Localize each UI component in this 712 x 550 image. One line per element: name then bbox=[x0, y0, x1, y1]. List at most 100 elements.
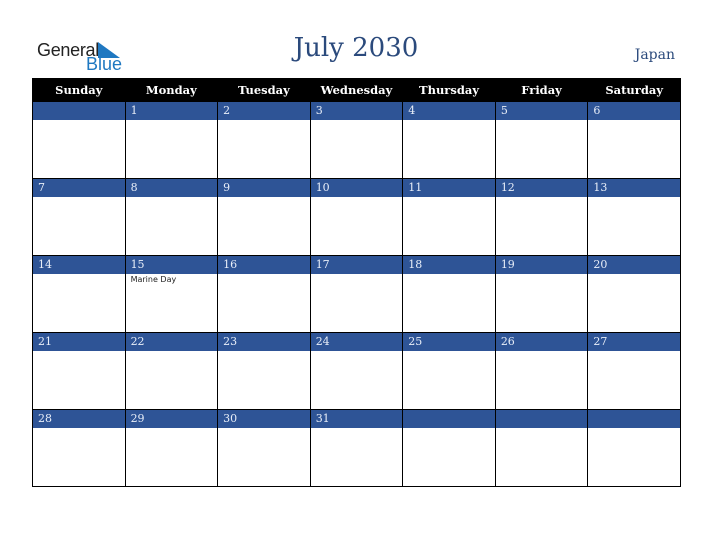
weekday-monday: Monday bbox=[124, 78, 219, 102]
holiday-label bbox=[403, 274, 495, 275]
holiday-label bbox=[496, 274, 588, 275]
day-cell[interactable] bbox=[217, 120, 311, 179]
day-cell[interactable] bbox=[587, 274, 681, 333]
day-cell[interactable] bbox=[587, 197, 681, 256]
day-cell[interactable] bbox=[402, 120, 496, 179]
holiday-label bbox=[496, 428, 588, 429]
day-number: 2 bbox=[217, 101, 311, 120]
day-cell[interactable] bbox=[402, 428, 496, 487]
holiday-label: Marine Day bbox=[130, 275, 177, 284]
holiday-label bbox=[311, 274, 403, 275]
day-number: 11 bbox=[402, 178, 496, 197]
day-cell[interactable] bbox=[402, 351, 496, 410]
day-number: 29 bbox=[124, 409, 219, 428]
day-number: 1 bbox=[124, 101, 219, 120]
holiday-label bbox=[496, 120, 588, 121]
calendar-grid: Sunday Monday Tuesday Wednesday Thursday… bbox=[32, 78, 681, 487]
day-number: 27 bbox=[587, 332, 681, 351]
day-number: 23 bbox=[217, 332, 311, 351]
day-cell[interactable] bbox=[32, 274, 126, 333]
day-cell[interactable] bbox=[494, 428, 589, 487]
week-body-row bbox=[32, 351, 681, 410]
day-number bbox=[494, 409, 589, 428]
day-number: 18 bbox=[402, 255, 496, 274]
day-number: 26 bbox=[494, 332, 589, 351]
holiday-label bbox=[218, 120, 310, 121]
day-cell[interactable] bbox=[309, 274, 404, 333]
day-cell[interactable] bbox=[124, 120, 219, 179]
day-cell[interactable] bbox=[217, 274, 311, 333]
holiday-label bbox=[126, 120, 218, 121]
day-number: 19 bbox=[494, 255, 589, 274]
day-number: 20 bbox=[587, 255, 681, 274]
week-date-band: 28 29 30 31 bbox=[32, 409, 681, 428]
day-cell[interactable] bbox=[587, 428, 681, 487]
day-cell[interactable] bbox=[32, 197, 126, 256]
page-title: July 2030 bbox=[293, 33, 419, 63]
day-cell[interactable] bbox=[124, 428, 219, 487]
holiday-label bbox=[311, 351, 403, 352]
day-cell[interactable] bbox=[32, 351, 126, 410]
holiday-label bbox=[588, 120, 680, 121]
day-number: 13 bbox=[587, 178, 681, 197]
holiday-label bbox=[218, 351, 310, 352]
holiday-label bbox=[126, 428, 218, 429]
holiday-label bbox=[403, 120, 495, 121]
day-number bbox=[32, 101, 126, 120]
day-cell[interactable] bbox=[309, 428, 404, 487]
holiday-label bbox=[126, 197, 218, 198]
day-number: 14 bbox=[32, 255, 126, 274]
holiday-label bbox=[33, 197, 125, 198]
day-number: 25 bbox=[402, 332, 496, 351]
weekday-friday: Friday bbox=[494, 78, 589, 102]
day-number: 5 bbox=[494, 101, 589, 120]
weekday-header-row: Sunday Monday Tuesday Wednesday Thursday… bbox=[32, 78, 681, 102]
day-number: 10 bbox=[309, 178, 404, 197]
holiday-label bbox=[33, 428, 125, 429]
day-cell[interactable] bbox=[217, 428, 311, 487]
day-cell[interactable] bbox=[402, 197, 496, 256]
weekday-saturday: Saturday bbox=[587, 78, 681, 102]
day-number: 6 bbox=[587, 101, 681, 120]
day-cell[interactable]: Marine Day bbox=[124, 274, 219, 333]
day-number: 8 bbox=[124, 178, 219, 197]
holiday-label bbox=[33, 351, 125, 352]
day-cell[interactable] bbox=[309, 351, 404, 410]
day-cell[interactable] bbox=[124, 351, 219, 410]
holiday-label bbox=[588, 197, 680, 198]
day-cell[interactable] bbox=[494, 120, 589, 179]
holiday-label bbox=[496, 351, 588, 352]
day-cell[interactable] bbox=[217, 197, 311, 256]
day-cell[interactable] bbox=[402, 274, 496, 333]
day-cell[interactable] bbox=[124, 197, 219, 256]
day-cell[interactable] bbox=[494, 274, 589, 333]
day-number: 21 bbox=[32, 332, 126, 351]
day-number: 4 bbox=[402, 101, 496, 120]
week-date-band: 123456 bbox=[32, 101, 681, 120]
holiday-label bbox=[403, 351, 495, 352]
holiday-label bbox=[311, 428, 403, 429]
day-cell[interactable] bbox=[494, 197, 589, 256]
holiday-label bbox=[403, 428, 495, 429]
day-number: 12 bbox=[494, 178, 589, 197]
day-number: 24 bbox=[309, 332, 404, 351]
holiday-label bbox=[311, 120, 403, 121]
day-cell[interactable] bbox=[309, 197, 404, 256]
holiday-label bbox=[588, 274, 680, 275]
day-cell[interactable] bbox=[217, 351, 311, 410]
day-cell[interactable] bbox=[587, 351, 681, 410]
weekday-thursday: Thursday bbox=[402, 78, 496, 102]
day-cell[interactable] bbox=[309, 120, 404, 179]
day-cell[interactable] bbox=[32, 428, 126, 487]
day-cell[interactable] bbox=[494, 351, 589, 410]
day-number: 17 bbox=[309, 255, 404, 274]
day-number bbox=[587, 409, 681, 428]
holiday-label bbox=[496, 197, 588, 198]
week-date-band: 14 15 16 17 18 19 20 bbox=[32, 255, 681, 274]
weekday-sunday: Sunday bbox=[32, 78, 126, 102]
week-date-band: 7 8 9 10 11 12 13 bbox=[32, 178, 681, 197]
day-number: 28 bbox=[32, 409, 126, 428]
day-cell[interactable] bbox=[32, 120, 126, 179]
day-number: 16 bbox=[217, 255, 311, 274]
day-cell[interactable] bbox=[587, 120, 681, 179]
